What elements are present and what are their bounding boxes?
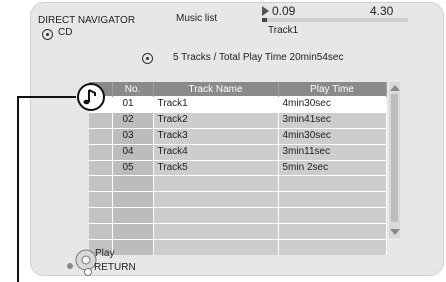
- page-title: DIRECT NAVIGATOR: [38, 15, 136, 26]
- track-play-time: 4min30sec: [278, 96, 387, 113]
- track-play-time: [278, 239, 387, 255]
- row-marker: [89, 143, 113, 161]
- table-row[interactable]: [89, 223, 387, 240]
- track-number: 01: [112, 96, 154, 113]
- now-playing: Track1: [268, 25, 299, 36]
- elapsed-time: 0.09: [272, 4, 296, 18]
- track-name: [153, 223, 279, 240]
- track-name: [153, 175, 279, 192]
- scroll-thumb[interactable]: [391, 94, 398, 222]
- track-play-time: 4min30sec: [278, 127, 387, 145]
- track-name: Track2: [153, 111, 279, 129]
- track-number: 02: [112, 111, 154, 129]
- table-row[interactable]: [89, 175, 387, 192]
- table-row[interactable]: 03 Track3 4min30sec: [89, 127, 387, 145]
- row-marker: [89, 96, 113, 113]
- track-name: [153, 191, 279, 208]
- track-name: [153, 207, 279, 224]
- summary-text: 5 Tracks / Total Play Time 20min54sec: [173, 52, 344, 63]
- column-header-play-time: Play Time: [278, 82, 387, 97]
- track-name: Track5: [153, 159, 279, 176]
- track-number: [112, 207, 154, 224]
- track-number: 04: [112, 143, 154, 161]
- disc-icon: [142, 53, 153, 64]
- progress-fill: [262, 18, 267, 22]
- table-row[interactable]: 05 Track5 5min 2sec: [89, 159, 387, 176]
- track-number: [112, 175, 154, 192]
- row-marker: [89, 111, 113, 129]
- track-number: 03: [112, 127, 154, 145]
- track-number: [112, 191, 154, 208]
- row-marker: [89, 127, 113, 145]
- media-label: CD: [58, 27, 73, 38]
- track-play-time: 5min 2sec: [278, 159, 387, 176]
- track-play-time: [278, 207, 387, 224]
- disc-icon: [42, 29, 53, 40]
- play-icon: [262, 6, 269, 16]
- list-name: Music list: [176, 13, 218, 24]
- progress-bar: [262, 18, 408, 22]
- column-header-track-name: Track Name: [153, 82, 279, 97]
- track-number: 05: [112, 159, 154, 176]
- scroll-up-arrow-icon[interactable]: [390, 85, 400, 91]
- row-marker: [89, 191, 113, 208]
- table-row[interactable]: 01 Track1 4min30sec: [89, 96, 387, 113]
- track-number: [112, 239, 154, 255]
- row-marker: [89, 223, 113, 240]
- table-row[interactable]: 04 Track4 3min11sec: [89, 143, 387, 161]
- table-row[interactable]: [89, 191, 387, 208]
- track-table: No. Track Name Play Time 01 Track1 4min30s…: [89, 82, 387, 255]
- row-marker: [89, 159, 113, 176]
- track-name: Track4: [153, 143, 279, 161]
- return-hint: RETURN: [94, 262, 136, 273]
- table-row[interactable]: [89, 239, 387, 255]
- track-play-time: 3min11sec: [278, 143, 387, 161]
- play-hint: Play: [95, 248, 115, 259]
- total-time: 4.30: [370, 4, 394, 18]
- dpad-icon: [67, 249, 97, 276]
- track-number: [112, 223, 154, 240]
- scroll-down-arrow-icon[interactable]: [390, 229, 400, 235]
- table-header: No. Track Name Play Time: [89, 82, 387, 97]
- track-name: [153, 239, 279, 255]
- header-spacer: [89, 82, 113, 97]
- track-play-time: [278, 191, 387, 208]
- scrollbar[interactable]: [389, 82, 400, 238]
- table-row[interactable]: 02 Track2 3min41sec: [89, 111, 387, 129]
- track-name: Track1: [153, 96, 279, 113]
- track-play-time: 3min41sec: [278, 111, 387, 129]
- row-marker: [89, 175, 113, 192]
- column-header-no: No.: [112, 82, 154, 97]
- track-play-time: [278, 223, 387, 240]
- track-play-time: [278, 175, 387, 192]
- row-marker: [89, 207, 113, 224]
- track-name: Track3: [153, 127, 279, 145]
- table-row[interactable]: [89, 207, 387, 224]
